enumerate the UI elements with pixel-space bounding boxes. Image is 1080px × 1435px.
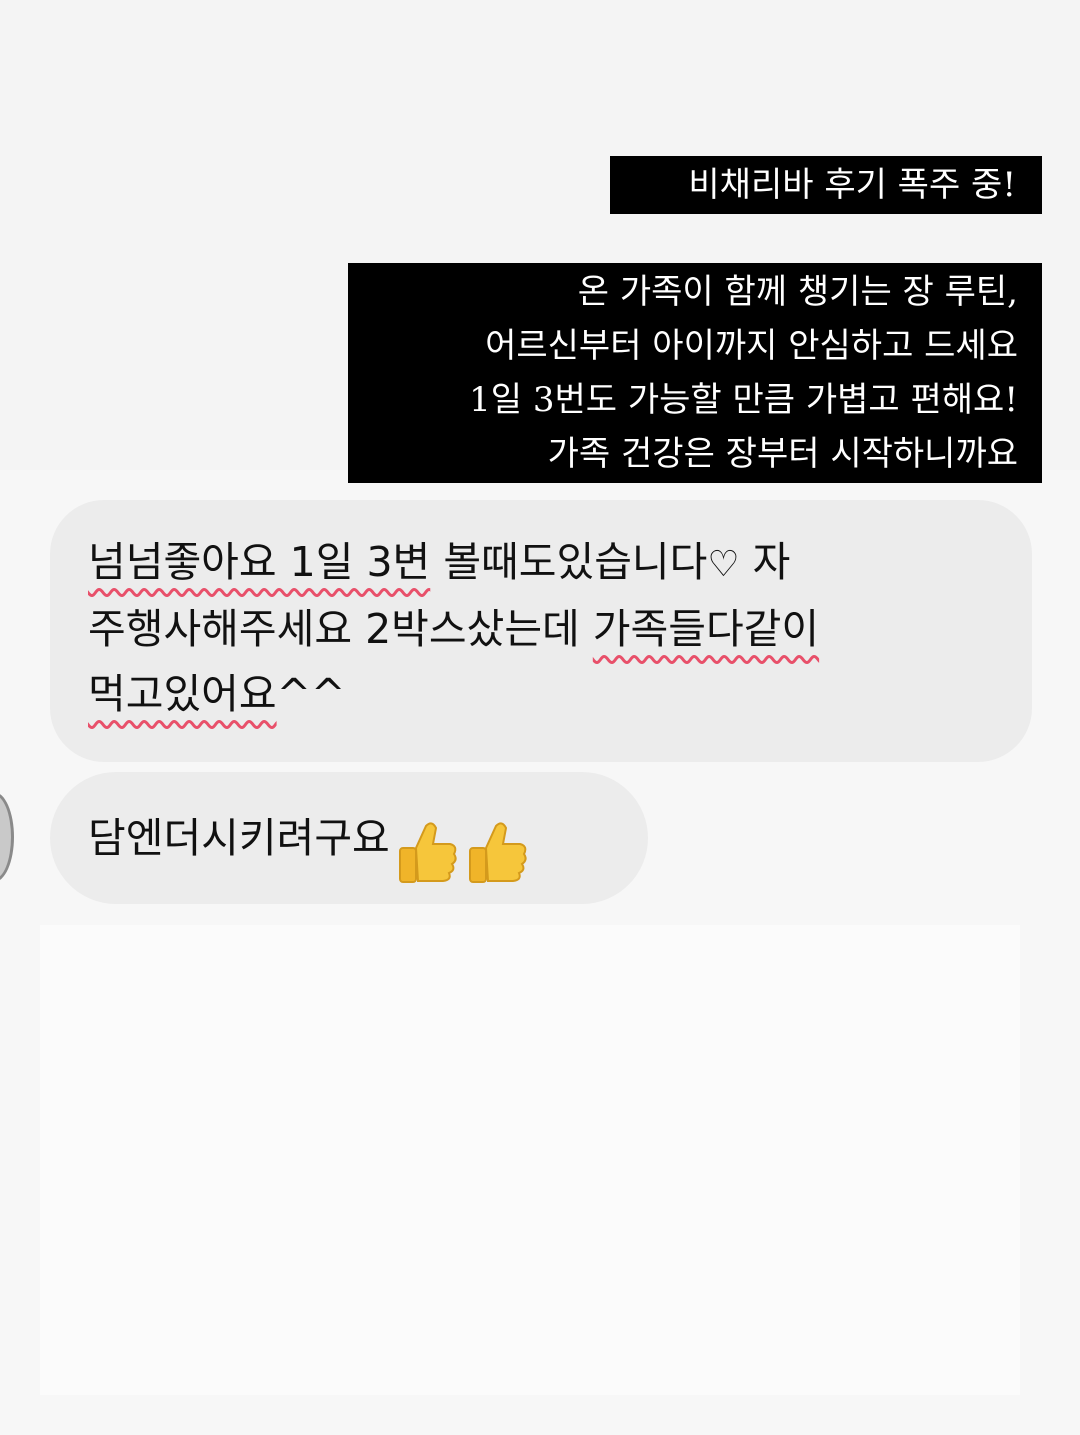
message-text: 자 [739, 538, 791, 586]
headline-text: 비채리바 후기 폭주 중! [688, 165, 1016, 205]
headline-caption: 비채리바 후기 폭주 중! [610, 156, 1042, 214]
message-line: 먹고있어요^^ [88, 662, 994, 727]
message-text: ^^ [276, 670, 346, 718]
spellcheck-text: 가족들다같이 [592, 605, 820, 653]
thumbs-up-icon [396, 804, 460, 883]
message-bubble[interactable]: 넘넘좋아요 1일 3변 볼때도있습니다♡ 자 주행사해주세요 2박스샀는데 가족… [50, 500, 1032, 762]
spellcheck-text: 넘넘좋아요 1일 3변 [88, 538, 431, 586]
message-text: 담엔더시키려구요 [88, 814, 390, 862]
caption-line: 어르신부터 아이까지 안심하고 드세요 [485, 326, 1018, 366]
caption-line: 가족 건강은 장부터 시작하니까요 [547, 434, 1018, 474]
message-bubble[interactable]: 담엔더시키려구요 [50, 772, 648, 904]
message-text: 주행사해주세요 2박스샀는데 [88, 605, 593, 653]
caption-line: 1일 3번도 가능할 만큼 가볍고 편해요! [469, 380, 1018, 420]
message-line: 주행사해주세요 2박스샀는데 가족들다같이 [88, 597, 994, 662]
message-text: 볼때도있습니다 [430, 538, 708, 586]
empty-chat-area [40, 925, 1020, 1395]
thumbs-up-icon [466, 804, 530, 883]
message-line: 넘넘좋아요 1일 3변 볼때도있습니다♡ 자 [88, 530, 994, 597]
avatar[interactable] [0, 792, 14, 882]
heart-icon: ♡ [707, 544, 740, 585]
body-caption: 온 가족이 함께 챙기는 장 루틴, 어르신부터 아이까지 안심하고 드세요 1… [348, 263, 1042, 483]
caption-line: 온 가족이 함께 챙기는 장 루틴, [577, 272, 1018, 312]
spellcheck-text: 먹고있어요 [88, 670, 277, 718]
